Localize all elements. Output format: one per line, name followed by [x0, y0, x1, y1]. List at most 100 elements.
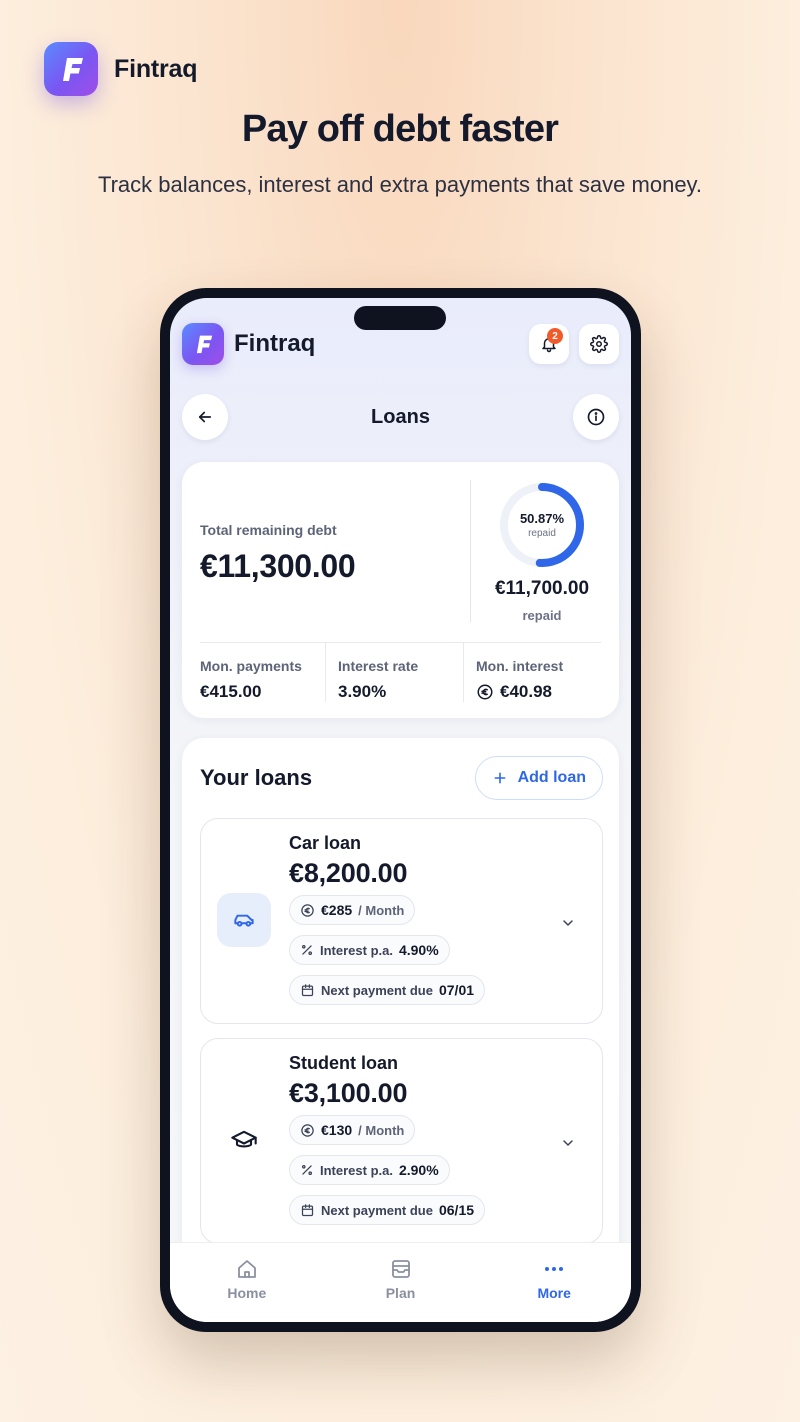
- phone-frame: Fintraq 2 Loans Total remaining debt €11…: [160, 288, 641, 1332]
- back-button[interactable]: [182, 394, 228, 440]
- due-label: Next payment due: [321, 1202, 433, 1218]
- expand-button[interactable]: [560, 915, 576, 936]
- progress-ring: 50.87% repaid: [497, 480, 587, 570]
- add-loan-button[interactable]: Add loan: [474, 756, 603, 800]
- monthly-value: €130: [321, 1122, 353, 1138]
- repaid-amount: €11,700.00: [494, 578, 590, 599]
- interest-label: Interest p.a.: [320, 942, 393, 958]
- plus-icon: [494, 772, 506, 784]
- loan-amount: €8,200.00: [289, 858, 408, 888]
- app-name: Fintraq: [234, 330, 316, 357]
- inbox-icon: [391, 1259, 410, 1278]
- loans-header: Your loans Add loan: [200, 756, 603, 800]
- divider: [470, 480, 471, 622]
- your-loans-card: Your loans Add loan Car loan €8,200.00 €…: [182, 738, 619, 1318]
- loan-details: Car loan €8,200.00 €285 / Month Interest…: [289, 833, 486, 1005]
- gear-icon: [590, 335, 608, 353]
- loan-chips: €130 / Month Interest p.a. 2.90% Next pa…: [289, 1115, 486, 1225]
- app-bar: Fintraq 2: [182, 322, 619, 366]
- stat-value: €40.98: [476, 682, 601, 702]
- euro-coin-icon: [301, 903, 314, 917]
- hero-title: Pay off debt faster: [241, 108, 559, 150]
- expand-button[interactable]: [560, 1135, 576, 1156]
- page-header: Loans: [182, 394, 619, 440]
- due-label: Next payment due: [321, 982, 433, 998]
- car-icon: [234, 914, 254, 927]
- repaid-progress: 50.87% repaid €11,700.00 repaid: [472, 480, 612, 623]
- chevron-down-icon: [563, 920, 573, 926]
- calendar-icon: [301, 1203, 314, 1216]
- total-debt-label: Total remaining debt: [200, 522, 337, 538]
- stat-monthly-interest: Mon. interest €40.98: [463, 642, 601, 702]
- percent-icon: [301, 944, 313, 956]
- info-icon: [587, 408, 605, 426]
- notification-badge: 2: [547, 328, 563, 344]
- stat-value-text: €415.00: [200, 682, 262, 701]
- info-button[interactable]: [573, 394, 619, 440]
- app-logo-icon: [182, 323, 224, 365]
- due-date-chip: Next payment due 07/01: [289, 975, 486, 1005]
- stat-value: €415.00: [200, 682, 325, 702]
- tab-more[interactable]: More: [477, 1243, 631, 1322]
- loan-chips: €285 / Month Interest p.a. 4.90% Next pa…: [289, 895, 486, 1005]
- graduation-cap-icon: [231, 1130, 257, 1148]
- more-dots-icon: [545, 1266, 564, 1271]
- monthly-unit: / Month: [358, 902, 405, 918]
- brand-header: Fintraq: [44, 42, 198, 96]
- settings-button[interactable]: [579, 324, 619, 364]
- stat-value: 3.90%: [338, 682, 463, 702]
- loan-amount: €3,100.00: [289, 1078, 408, 1108]
- tab-label: More: [537, 1284, 571, 1301]
- repaid-label: repaid: [522, 608, 562, 623]
- total-debt: Total remaining debt €11,300.00: [200, 522, 356, 585]
- interest-chip: Interest p.a. 4.90%: [289, 935, 450, 965]
- loan-name: Car loan: [289, 833, 362, 853]
- summary-stats: Mon. payments €415.00 Interest rate 3.90…: [200, 642, 601, 702]
- tab-label: Home: [227, 1284, 267, 1301]
- loan-name: Student loan: [289, 1053, 398, 1073]
- home-icon: [237, 1259, 256, 1278]
- stat-value-text: 3.90%: [338, 682, 387, 701]
- interest-value: 2.90%: [398, 1162, 439, 1178]
- monthly-payment-chip: €285 / Month: [289, 895, 416, 925]
- app-screen: Fintraq 2 Loans Total remaining debt €11…: [170, 298, 631, 1322]
- stat-label: Mon. interest: [476, 658, 564, 674]
- tab-home[interactable]: Home: [170, 1243, 324, 1322]
- stat-interest-rate: Interest rate 3.90%: [325, 642, 463, 702]
- tab-label: Plan: [385, 1284, 416, 1301]
- percent-icon: [301, 1164, 313, 1176]
- progress-sub-label: repaid: [528, 528, 556, 539]
- app-logo-icon: [44, 42, 98, 96]
- stat-label: Interest rate: [338, 658, 419, 674]
- monthly-value: €285: [321, 902, 353, 918]
- due-date-chip: Next payment due 06/15: [289, 1195, 486, 1225]
- debt-summary-card: Total remaining debt €11,300.00 50.87% r…: [182, 462, 619, 718]
- stat-label: Mon. payments: [200, 658, 302, 674]
- interest-value: 4.90%: [398, 942, 439, 958]
- loan-item[interactable]: Student loan €3,100.00 €130 / Month Inte…: [200, 1038, 603, 1244]
- interest-label: Interest p.a.: [320, 1162, 393, 1178]
- total-debt-value: €11,300.00: [200, 548, 356, 584]
- arrow-left-icon: [198, 411, 212, 423]
- loans-title: Your loans: [200, 765, 313, 790]
- loan-icon-box: [217, 893, 271, 947]
- due-value: 07/01: [438, 982, 475, 998]
- page-title: Loans: [371, 405, 430, 428]
- euro-coin-icon: [477, 684, 493, 700]
- brand-name: Fintraq: [114, 54, 198, 83]
- notifications-button[interactable]: 2: [529, 324, 569, 364]
- monthly-payment-chip: €130 / Month: [289, 1115, 416, 1145]
- stat-value-text: €40.98: [500, 682, 552, 701]
- bottom-tab-bar: Home Plan More: [170, 1242, 631, 1322]
- loan-details: Student loan €3,100.00 €130 / Month Inte…: [289, 1053, 486, 1225]
- add-loan-label: Add loan: [517, 769, 586, 786]
- interest-chip: Interest p.a. 2.90%: [289, 1155, 450, 1185]
- due-value: 06/15: [438, 1202, 475, 1218]
- loan-icon-box: [217, 1113, 271, 1167]
- monthly-unit: / Month: [358, 1122, 405, 1138]
- chevron-down-icon: [563, 1140, 573, 1146]
- tab-plan[interactable]: Plan: [324, 1243, 478, 1322]
- hero-subtitle: Track balances, interest and extra payme…: [97, 172, 703, 197]
- loan-item[interactable]: Car loan €8,200.00 €285 / Month Interest…: [200, 818, 603, 1024]
- progress-percent: 50.87%: [519, 511, 565, 526]
